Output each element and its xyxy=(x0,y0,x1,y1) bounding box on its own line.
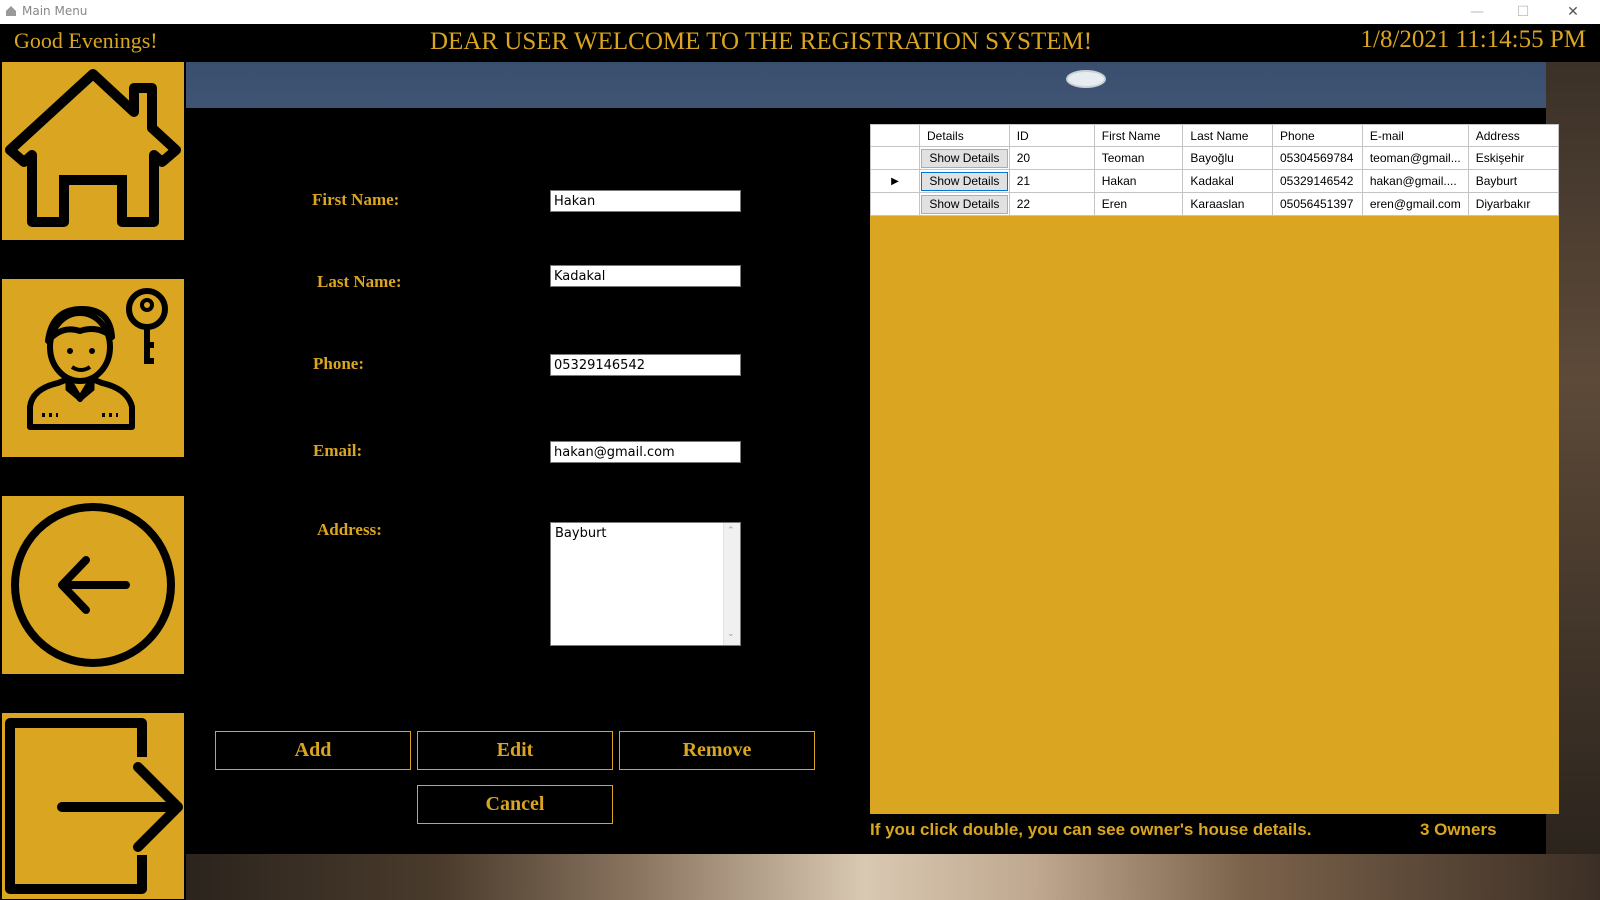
scroll-up-icon[interactable]: ⌃ xyxy=(727,526,735,536)
address-label: Address: xyxy=(317,520,382,539)
cancel-button[interactable]: Cancel xyxy=(417,785,613,824)
owners-table: Details ID First Name Last Name Phone E-… xyxy=(869,124,1560,216)
column-header-phone[interactable]: Phone xyxy=(1271,124,1363,147)
address-textarea[interactable]: Bayburt ⌃ ⌄ xyxy=(550,522,741,646)
row-selector[interactable] xyxy=(869,192,921,216)
window-title: Main Menu xyxy=(22,4,88,18)
scroll-down-icon[interactable]: ⌄ xyxy=(727,629,735,639)
close-button[interactable]: ✕ xyxy=(1550,0,1596,24)
column-header-address[interactable]: Address xyxy=(1467,124,1560,147)
user-profile-button[interactable] xyxy=(2,279,184,457)
cell-id[interactable]: 20 xyxy=(1008,146,1095,170)
address-value: Bayburt xyxy=(555,526,607,541)
cell-first-name[interactable]: Eren xyxy=(1093,192,1184,216)
email-field[interactable] xyxy=(550,441,741,463)
owners-grid[interactable]: Details ID First Name Last Name Phone E-… xyxy=(869,124,1560,814)
row-selector[interactable]: ▶ xyxy=(869,169,921,193)
table-row[interactable]: Show Details 22 Eren Karaaslan 050564513… xyxy=(869,192,1560,216)
email-label: Email: xyxy=(313,441,363,460)
column-header-last-name[interactable]: Last Name xyxy=(1182,124,1273,147)
remove-button[interactable]: Remove xyxy=(619,731,815,770)
table-row[interactable]: ▶ Show Details 21 Hakan Kadakal 05329146… xyxy=(869,169,1560,193)
owner-count-label: 3 Owners xyxy=(1420,820,1497,839)
show-details-button[interactable]: Show Details xyxy=(921,148,1008,168)
welcome-title: DEAR USER WELCOME TO THE REGISTRATION SY… xyxy=(430,28,1093,55)
cell-phone[interactable]: 05056451397 xyxy=(1271,192,1363,216)
phone-field[interactable] xyxy=(550,354,741,376)
edit-button[interactable]: Edit xyxy=(417,731,613,770)
home-button[interactable] xyxy=(2,62,184,240)
cell-last-name[interactable]: Karaaslan xyxy=(1182,192,1273,216)
back-arrow-icon xyxy=(11,503,175,667)
first-name-field[interactable] xyxy=(550,190,741,212)
cell-phone[interactable]: 05304569784 xyxy=(1271,146,1363,170)
cell-last-name[interactable]: Kadakal xyxy=(1182,169,1273,193)
first-name-label: First Name: xyxy=(312,190,400,209)
phone-label: Phone: xyxy=(313,354,364,373)
last-name-field[interactable] xyxy=(550,265,741,287)
datetime-label: 1/8/2021 11:14:55 PM xyxy=(1360,26,1587,53)
column-header-rowselector xyxy=(869,124,921,147)
column-header-id[interactable]: ID xyxy=(1008,124,1095,147)
title-bar: Main Menu — ☐ ✕ xyxy=(0,0,1600,24)
cell-first-name[interactable]: Hakan xyxy=(1093,169,1184,193)
table-row[interactable]: Show Details 20 Teoman Bayoğlu 053045697… xyxy=(869,146,1560,170)
exit-button[interactable] xyxy=(2,713,184,899)
exit-icon xyxy=(5,718,183,894)
column-header-email[interactable]: E-mail xyxy=(1361,124,1469,147)
ceiling-light xyxy=(1066,70,1106,88)
header-bar: Good Evenings! DEAR USER WELCOME TO THE … xyxy=(0,24,1600,62)
minimize-button[interactable]: — xyxy=(1454,0,1500,24)
cell-email[interactable]: hakan@gmail.... xyxy=(1361,169,1469,193)
show-details-button[interactable]: Show Details xyxy=(921,194,1008,214)
last-name-label: Last Name: xyxy=(317,272,402,291)
user-key-icon xyxy=(27,288,168,430)
cell-phone[interactable]: 05329146542 xyxy=(1271,169,1363,193)
show-details-button[interactable]: Show Details xyxy=(921,171,1008,191)
app-icon xyxy=(6,6,16,16)
cell-email[interactable]: teoman@gmail... xyxy=(1361,146,1469,170)
back-button[interactable] xyxy=(2,496,184,674)
cell-address[interactable]: Bayburt xyxy=(1467,169,1560,193)
grid-header-row: Details ID First Name Last Name Phone E-… xyxy=(869,124,1560,147)
cell-address[interactable]: Eskişehir xyxy=(1467,146,1560,170)
grid-hint-text: If you click double, you can see owner's… xyxy=(870,820,1312,839)
row-selector[interactable] xyxy=(869,146,921,170)
background-couch xyxy=(186,854,1600,900)
address-scrollbar[interactable]: ⌃ ⌄ xyxy=(723,523,740,645)
column-header-details[interactable]: Details xyxy=(919,124,1010,147)
cell-last-name[interactable]: Bayoğlu xyxy=(1182,146,1273,170)
cell-address[interactable]: Diyarbakır xyxy=(1467,192,1560,216)
home-icon xyxy=(5,69,181,227)
cell-first-name[interactable]: Teoman xyxy=(1093,146,1184,170)
greeting-label: Good Evenings! xyxy=(14,28,158,53)
cell-id[interactable]: 21 xyxy=(1008,169,1095,193)
cell-email[interactable]: eren@gmail.com xyxy=(1361,192,1469,216)
cell-id[interactable]: 22 xyxy=(1008,192,1095,216)
maximize-button[interactable]: ☐ xyxy=(1500,0,1546,24)
add-button[interactable]: Add xyxy=(215,731,411,770)
column-header-first-name[interactable]: First Name xyxy=(1093,124,1184,147)
